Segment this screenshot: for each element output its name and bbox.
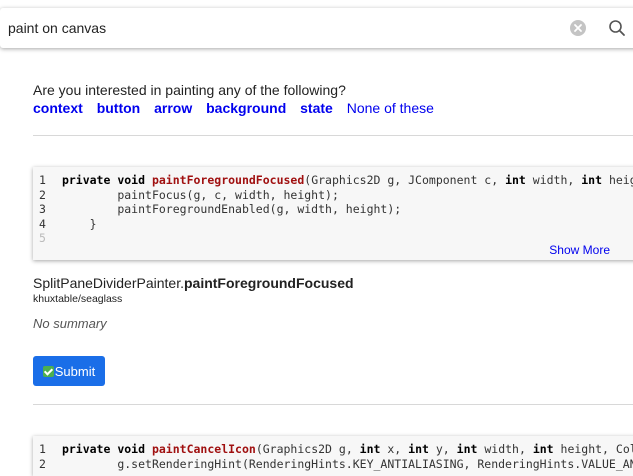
code-token: x, [380, 442, 409, 456]
option-none-of-these[interactable]: None of these [347, 100, 434, 116]
code-token: (Graphics2D g, [255, 442, 360, 456]
code-token: height, Colo [560, 442, 633, 456]
code-token: paintCancelIcon [151, 442, 256, 456]
show-more-link[interactable]: Show More [549, 243, 610, 258]
code-snippet: 1 private void paintForegroundFocused(Gr… [33, 167, 633, 260]
clear-icon[interactable] [570, 20, 586, 36]
divider [33, 135, 633, 136]
check-icon [42, 365, 54, 377]
code-token: g.setRenderingHint(RenderingHints.KEY_AN… [61, 456, 633, 471]
code-token: paintForegroundFocused [151, 173, 305, 187]
code-token: (Graphics2D g, JComponent c, [304, 173, 506, 187]
suggestion-options: context button arrow background state No… [33, 100, 434, 116]
code-line: 5 [33, 231, 633, 246]
option-arrow[interactable]: arrow [154, 100, 192, 116]
line-number: 2 [39, 456, 46, 471]
code-snippet: 1 private void paintCancelIcon(Graphics2… [33, 436, 633, 476]
code-line: 1 private void paintCancelIcon(Graphics2… [33, 442, 633, 457]
option-background[interactable]: background [206, 100, 286, 116]
code-token: int [456, 442, 478, 456]
code-token: int [505, 173, 526, 187]
submit-button[interactable]: Submit [33, 356, 105, 386]
code-token: height [608, 173, 633, 187]
line-number: 1 [39, 173, 46, 187]
code-token: width, [525, 173, 582, 187]
code-token: paintForegroundEnabled(g, width, height)… [61, 202, 402, 216]
line-number: 2 [39, 187, 46, 202]
code-token: int [581, 173, 603, 187]
search-bar [0, 8, 633, 48]
code-token: int [408, 442, 429, 456]
code-line: 2 paintFocus(g, c, width, height); [33, 188, 633, 203]
submit-label: Submit [54, 363, 96, 379]
code-line: 4 } [33, 217, 633, 232]
code-token: int [359, 442, 381, 456]
result-summary: No summary [33, 316, 107, 331]
code-token: y, [428, 442, 457, 456]
code-token: private void [61, 173, 152, 187]
code-token: private void [61, 442, 152, 456]
option-state[interactable]: state [300, 100, 333, 116]
line-number: 5 [39, 231, 46, 245]
code-line: 2 g.setRenderingHint(RenderingHints.KEY_… [33, 457, 633, 472]
line-number: 1 [39, 442, 46, 456]
line-number: 4 [39, 216, 46, 231]
search-icon[interactable] [608, 19, 626, 37]
result-title[interactable]: SplitPaneDividerPainter.paintForegroundF… [33, 275, 354, 291]
search-input[interactable] [8, 8, 548, 48]
code-token: } [61, 216, 97, 231]
divider [33, 404, 633, 405]
code-line: 3 paintForegroundEnabled(g, width, heigh… [33, 202, 633, 217]
code-line: 1 private void paintForegroundFocused(Gr… [33, 173, 633, 188]
line-number: 3 [39, 202, 46, 216]
code-token: width, [477, 442, 533, 456]
result-class-name: SplitPaneDividerPainter. [33, 275, 184, 291]
option-button[interactable]: button [97, 100, 141, 116]
code-token: int [532, 442, 554, 456]
code-token: paintFocus(g, c, width, height); [61, 187, 339, 202]
suggestion-question: Are you interested in painting any of th… [33, 82, 346, 98]
result-method-name: paintForegroundFocused [183, 275, 354, 291]
result-repo: khuxtable/seaglass [33, 293, 123, 305]
option-context[interactable]: context [33, 100, 83, 116]
